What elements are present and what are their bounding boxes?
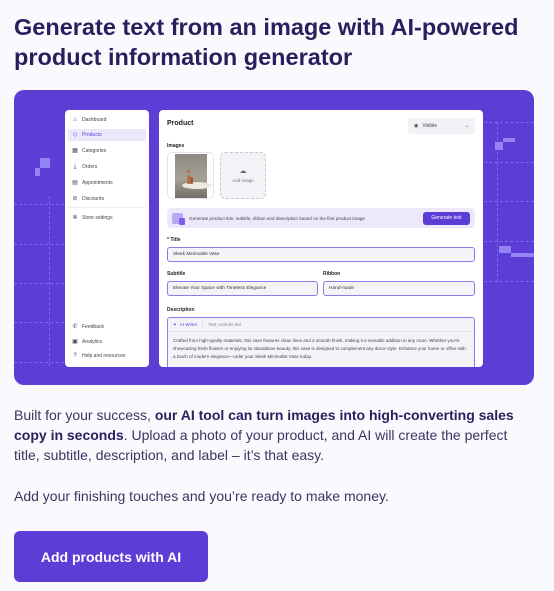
description-toolbar: ✦ AI Writer Text controls bar <box>168 318 474 332</box>
sidebar-item-dashboard: ⌂ Dashboard <box>68 114 146 126</box>
toolbar-separator <box>202 321 204 328</box>
sidebar-item-label: Orders <box>82 164 98 170</box>
grid-line <box>484 241 534 242</box>
grid-line <box>14 322 64 323</box>
ai-writer-button: ✦ AI Writer <box>173 322 197 328</box>
sidebar-item-label: Analytics <box>82 339 103 345</box>
sidebar-item-store-settings: ✲ Store settings <box>68 212 146 224</box>
ai-writer-label: AI Writer <box>179 322 198 327</box>
chevron-down-icon: ⌄ <box>464 123 469 129</box>
sidebar-item-products: ◇ Products <box>68 129 146 141</box>
ribbon-label: Ribbon <box>323 271 341 277</box>
sidebar-item-label: Products <box>82 132 102 138</box>
add-image-label: Add image <box>232 178 254 183</box>
feedback-icon: ✆ <box>72 324 78 330</box>
pixel-decoration <box>499 246 511 253</box>
add-products-with-ai-button[interactable]: Add products with AI <box>14 531 208 582</box>
pixel-decoration <box>503 138 515 142</box>
intro-paragraph: Built for your success, our AI tool can … <box>14 405 534 465</box>
discount-icon: ⊘ <box>72 196 78 202</box>
ai-banner-text: Generate product title, subtitle, ribbon… <box>189 215 365 221</box>
calendar-icon: ▤ <box>72 180 78 186</box>
sidebar-item-label: Feedback <box>82 324 104 330</box>
description-editor: ✦ AI Writer Text controls bar Crafted fr… <box>167 317 475 367</box>
description-label: Description <box>167 307 195 313</box>
home-icon: ⌂ <box>73 117 77 123</box>
sidebar-item-analytics: ▣ Analytics <box>68 336 146 348</box>
product-image-thumbnail <box>167 152 214 199</box>
help-icon: ? <box>73 353 77 359</box>
pixel-decoration <box>35 168 40 176</box>
grid-line <box>49 196 50 366</box>
pixel-decoration <box>40 158 50 168</box>
ai-image-icon <box>172 212 185 225</box>
closing-paragraph: Add your finishing touches and you’re re… <box>14 488 389 504</box>
tag-icon: ◇ <box>72 132 78 138</box>
subtitle-field: Elevate Your Space with Timeless Eleganc… <box>167 281 318 296</box>
sidebar-item-label: Store settings <box>82 215 113 221</box>
eye-icon: ◉ <box>414 123 419 129</box>
sidebar-item-label: Help and resources <box>82 353 126 359</box>
sidebar-item-feedback: ✆ Feedback <box>68 321 146 333</box>
sidebar-divider <box>68 207 146 208</box>
grid-line <box>14 362 64 363</box>
pixel-decoration <box>511 253 534 257</box>
sidebar-item-label: Discounts <box>82 196 104 202</box>
analytics-icon: ▣ <box>72 339 78 345</box>
grid-line <box>484 281 534 282</box>
add-image-tile: ☁ Add image <box>220 152 266 199</box>
ribbon-field: Hand-made <box>323 281 475 296</box>
grid-icon: ▦ <box>72 148 78 154</box>
sidebar-item-categories: ▦ Categories <box>68 145 146 157</box>
sidebar-item-help: ? Help and resources <box>68 350 146 362</box>
description-text: Crafted from high-quality materials, thi… <box>173 338 466 359</box>
subtitle-label: Subtitle <box>167 271 186 277</box>
grid-line <box>14 244 64 245</box>
sidebar-item-label: Dashboard <box>82 117 107 123</box>
ai-generate-banner: Generate product title, subtitle, ribbon… <box>167 208 475 228</box>
sidebar-item-appointments: ▤ Appointments <box>68 177 146 189</box>
visibility-value: Visible <box>422 123 438 129</box>
grid-line <box>484 122 534 123</box>
text-controls-label: Text controls bar <box>208 322 242 327</box>
title-label: * Title <box>167 237 181 243</box>
sidebar-item-label: Categories <box>82 148 107 154</box>
sparkle-icon: ✦ <box>173 321 177 327</box>
pixel-decoration <box>495 142 503 150</box>
sidebar-item-discounts: ⊘ Discounts <box>68 193 146 205</box>
visibility-select: ◉ Visible ⌄ <box>408 118 475 134</box>
panel-title: Product <box>167 120 194 127</box>
cloud-upload-icon: ☁ <box>239 168 247 175</box>
mock-product-panel: Product ◉ Visible ⌄ Images ☁ Add image G… <box>159 110 483 367</box>
mock-sidebar: ⌂ Dashboard ◇ Products ▦ Categories ⤓ Or… <box>65 110 149 367</box>
images-label: Images <box>167 143 185 149</box>
grid-line <box>14 204 64 205</box>
gear-icon: ✲ <box>72 215 78 221</box>
download-icon: ⤓ <box>73 164 77 170</box>
hero-illustration: ⌂ Dashboard ◇ Products ▦ Categories ⤓ Or… <box>14 90 534 385</box>
grid-line <box>14 283 64 284</box>
sidebar-item-label: Appointments <box>82 180 113 186</box>
grid-line <box>484 162 534 163</box>
grid-line <box>484 201 534 202</box>
page-heading: Generate text from an image with AI-powe… <box>14 14 519 70</box>
title-field: Sleek Minimalist Vase <box>167 247 475 262</box>
intro-text: Built for your success, <box>14 407 155 423</box>
generate-text-button: Generate text <box>423 211 470 225</box>
sidebar-item-orders: ⤓ Orders <box>68 161 146 173</box>
